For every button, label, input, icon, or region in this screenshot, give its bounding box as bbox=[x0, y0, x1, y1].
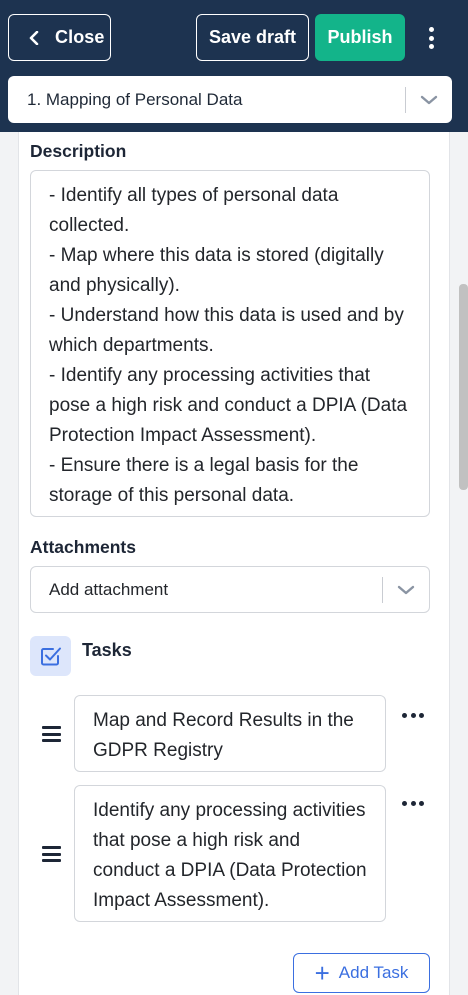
description-line: - Understand how this data is used and b… bbox=[49, 305, 404, 326]
close-button-label: Close bbox=[55, 27, 105, 47]
chevron-down-icon bbox=[406, 94, 452, 106]
scrollbar-thumb[interactable] bbox=[459, 284, 468, 490]
add-task-label: Add Task bbox=[338, 963, 409, 982]
description-line: and physically). bbox=[49, 275, 180, 296]
task-item[interactable]: Map and Record Results in the GDPR Regis… bbox=[74, 695, 386, 772]
description-line: storage of this personal data. bbox=[49, 485, 295, 506]
description-line: - Identify any processing activities tha… bbox=[49, 365, 371, 386]
task-more-icon[interactable] bbox=[402, 801, 424, 807]
description-line: which departments. bbox=[49, 335, 214, 356]
description-line: Protection Impact Assessment). bbox=[49, 425, 317, 446]
description-line: collected. bbox=[49, 215, 130, 236]
section-select[interactable]: 1. Mapping of Personal Data bbox=[8, 76, 452, 123]
description-line: - Ensure there is a legal basis for the bbox=[49, 455, 359, 476]
task-text-line: Map and Record Results in the bbox=[93, 710, 354, 731]
drag-handle-icon[interactable] bbox=[42, 846, 61, 862]
description-line: pose a high risk and conduct a DPIA (Dat… bbox=[49, 395, 408, 416]
plus-icon: + bbox=[314, 958, 330, 988]
scrollbar-track[interactable] bbox=[458, 132, 468, 995]
task-text-line: that pose a high risk and bbox=[93, 830, 301, 851]
close-button[interactable]: Close bbox=[8, 14, 111, 61]
description-label: Description bbox=[30, 141, 127, 161]
section-select-value: 1. Mapping of Personal Data bbox=[27, 89, 243, 109]
task-text-line: GDPR Registry bbox=[93, 740, 223, 761]
task-item[interactable]: Identify any processing activities that … bbox=[74, 785, 386, 922]
publish-button[interactable]: Publish bbox=[315, 14, 405, 61]
chevron-left-icon bbox=[29, 30, 39, 45]
checkbox-icon bbox=[30, 636, 71, 676]
chevron-down-icon bbox=[383, 584, 429, 596]
save-draft-button[interactable]: Save draft bbox=[196, 14, 309, 61]
description-line: - Identify all types of personal data bbox=[49, 185, 339, 206]
task-text-line: Impact Assessment). bbox=[93, 890, 270, 911]
drag-handle-icon[interactable] bbox=[42, 726, 61, 742]
attachments-label: Attachments bbox=[30, 537, 136, 557]
description-line: - Map where this data is stored (digital… bbox=[49, 245, 384, 266]
more-options-icon[interactable] bbox=[420, 24, 442, 52]
task-text-line: conduct a DPIA (Data Protection bbox=[93, 860, 367, 881]
description-textarea[interactable]: - Identify all types of personal data co… bbox=[30, 170, 430, 517]
add-task-button[interactable]: + Add Task bbox=[293, 953, 430, 993]
add-attachment-placeholder: Add attachment bbox=[49, 579, 169, 599]
tasks-title: Tasks bbox=[82, 640, 132, 660]
task-more-icon[interactable] bbox=[402, 713, 424, 719]
task-text-line: Identify any processing activities bbox=[93, 800, 366, 821]
add-attachment-select[interactable]: Add attachment bbox=[30, 566, 430, 613]
